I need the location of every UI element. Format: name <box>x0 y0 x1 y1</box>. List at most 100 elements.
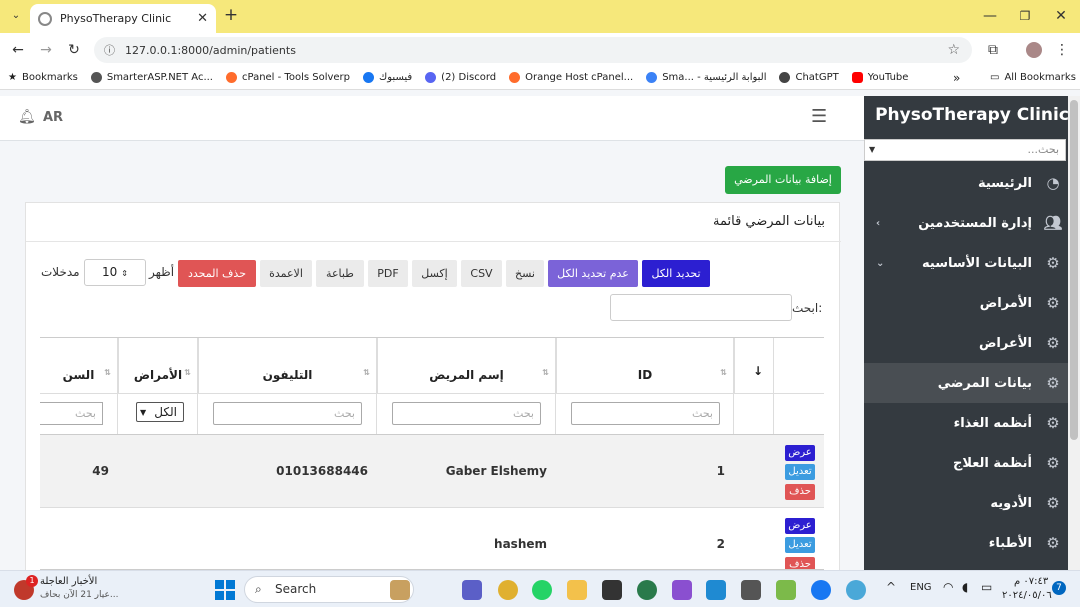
menu-kebab-icon[interactable]: ⋮ <box>1055 42 1069 58</box>
terminal-app-icon[interactable] <box>602 580 622 600</box>
filter-phone-input[interactable]: بحث <box>213 402 362 425</box>
bookmark-item[interactable]: Orange Host cPanel... <box>509 72 633 83</box>
site-info-icon[interactable]: ⓘ <box>104 42 115 58</box>
volume-icon[interactable]: ◖ <box>962 580 968 594</box>
hamburger-menu-icon[interactable]: ☰ <box>811 106 827 127</box>
bookmark-item[interactable]: Sma... - البوابة الرئيسية <box>646 72 766 83</box>
column-header-diseases[interactable]: الأمراض ⇅ <box>118 338 197 393</box>
bookmark-item[interactable]: cPanel - Tools Solverp <box>225 72 350 83</box>
delete-button[interactable]: حذف <box>785 557 815 569</box>
restore-icon[interactable]: ❐ <box>1017 8 1033 24</box>
csv-button[interactable]: CSV <box>461 260 502 287</box>
close-window-icon[interactable]: ✕ <box>1053 8 1069 24</box>
sidebar-item-basic-data[interactable]: ⚙ البيانات الأساسيه ⌄ <box>864 243 1080 283</box>
column-header-age[interactable]: السن ⇅ <box>40 338 117 393</box>
columns-button[interactable]: الاعمدة <box>260 260 312 287</box>
sidebar-item-patients[interactable]: ⚙ بيانات المرضي <box>864 363 1080 403</box>
deselect-all-button[interactable]: عدم تحديد الكل <box>548 260 638 287</box>
tab-favicon-icon <box>38 11 52 26</box>
copy-button[interactable]: نسخ <box>506 260 544 287</box>
page-scrollbar[interactable] <box>1068 96 1080 570</box>
print-button[interactable]: طباعة <box>316 260 364 287</box>
sidebar-item-medicines[interactable]: ⚙ الأدويه <box>864 483 1080 523</box>
hs-app-icon[interactable] <box>637 580 657 600</box>
filter-diseases-select[interactable]: الكل ▼ <box>136 402 184 422</box>
delete-selected-button[interactable]: حذف المحدد <box>178 260 256 287</box>
input-language[interactable]: ENG <box>910 582 932 593</box>
clock-date[interactable]: ٢٠٢٤/٠٥/٠٦ <box>1002 590 1052 601</box>
app-icon[interactable] <box>741 580 761 600</box>
column-header-id[interactable]: ID ⇅ <box>556 338 733 393</box>
minimize-icon[interactable]: — <box>982 8 998 24</box>
forward-icon[interactable]: → <box>37 42 55 58</box>
bookmark-item[interactable]: فيسبوك <box>363 72 412 83</box>
tab-close-icon[interactable]: ✕ <box>197 11 208 26</box>
filter-age-input[interactable]: بحث <box>40 402 103 425</box>
news-title[interactable]: الأخبار العاجلة <box>40 576 97 587</box>
back-icon[interactable]: ← <box>9 42 27 58</box>
teams-app-icon[interactable] <box>462 580 482 600</box>
table-search-input[interactable] <box>610 294 792 321</box>
whatsapp-app-icon[interactable] <box>532 580 552 600</box>
column-header-name[interactable]: إسم المريض ⇅ <box>377 338 555 393</box>
file-explorer-icon[interactable] <box>567 580 587 600</box>
browser-tab[interactable]: PhysoTherapy Clinic ✕ <box>30 4 216 33</box>
wifi-icon[interactable]: ◠ <box>943 580 953 594</box>
edit-button[interactable]: تعديل <box>785 464 815 480</box>
tray-chevron-icon[interactable]: ^ <box>886 580 896 594</box>
tab-search-icon[interactable]: ⌄ <box>8 8 24 24</box>
visual-studio-icon[interactable] <box>672 580 692 600</box>
delete-button[interactable]: حذف <box>785 484 815 500</box>
filter-name-input[interactable]: بحث <box>392 402 541 425</box>
excel-button[interactable]: إكسل <box>412 260 457 287</box>
notification-badge[interactable]: 7 <box>1052 581 1066 595</box>
sidebar-search-input[interactable]: بحث... ▼ <box>864 139 1066 161</box>
news-subtitle[interactable]: عيار 21 الآن بحاف... <box>40 590 118 600</box>
sidebar-item-users[interactable]: 👥︎ إدارة المستخدمين ‹ <box>864 203 1080 243</box>
chrome-app-icon[interactable] <box>498 580 518 600</box>
android-app-icon[interactable] <box>776 580 796 600</box>
page-length-select[interactable]: 10 ⇕ <box>84 259 146 286</box>
vscode-app-icon[interactable] <box>706 580 726 600</box>
sidebar-item-treatments[interactable]: ⚙ أنظمة العلاج <box>864 443 1080 483</box>
all-bookmarks[interactable]: ▭ All Bookmarks <box>990 72 1076 83</box>
bookmark-item[interactable]: ChatGPT <box>779 72 839 83</box>
clock-time[interactable]: ٠٧:٤٣ م <box>1014 576 1048 587</box>
sidebar-item-home[interactable]: ◔ الرئيسية <box>864 163 1080 203</box>
scrollbar-thumb[interactable] <box>1070 100 1078 440</box>
widgets-app-icon[interactable] <box>390 580 410 600</box>
sidebar-item-diets[interactable]: ⚙ أنظمه الغذاء <box>864 403 1080 443</box>
column-header-phone[interactable]: التليفون ⇅ <box>198 338 376 393</box>
bell-icon[interactable]: 🔔︎ <box>18 109 36 125</box>
filter-id-input[interactable]: بحث <box>571 402 720 425</box>
battery-icon[interactable]: ▭ <box>981 580 992 594</box>
network-app-icon[interactable] <box>846 580 866 600</box>
add-patient-button[interactable]: إضافة بيانات المرضي <box>725 166 841 194</box>
bookmark-star-icon[interactable]: ☆ <box>947 42 960 58</box>
extensions-icon[interactable]: ⧉ <box>984 42 1002 58</box>
select-all-button[interactable]: تحديد الكل <box>642 260 710 287</box>
pdf-button[interactable]: PDF <box>368 260 408 287</box>
view-button[interactable]: عرض <box>785 445 815 461</box>
edit-button[interactable]: تعديل <box>785 537 815 553</box>
sidebar-item-diseases[interactable]: ⚙ الأمراض <box>864 283 1080 323</box>
more-bookmarks-icon[interactable]: » <box>953 71 960 85</box>
reload-icon[interactable]: ↻ <box>65 42 83 58</box>
language-switch[interactable]: AR <box>43 110 63 125</box>
new-tab-button[interactable]: + <box>222 7 240 24</box>
sidebar-item-symptoms[interactable]: ⚙ الأعراض <box>864 323 1080 363</box>
sort-header[interactable]: ↓ <box>734 338 773 393</box>
bookmark-item[interactable]: SmarterASP.NET Ac... <box>90 72 213 83</box>
bookmark-label: Bookmarks <box>21 72 78 83</box>
brand-title[interactable]: PhysoTherapy Clinic <box>864 96 1080 134</box>
profile-avatar[interactable] <box>1026 42 1042 58</box>
taskbar-search[interactable]: ⌕ Search <box>244 576 414 603</box>
bookmark-item[interactable]: (2) Discord <box>425 72 496 83</box>
sidebar-item-doctors[interactable]: ⚙ الأطباء <box>864 523 1080 563</box>
bookmark-item[interactable]: ★ Bookmarks <box>8 72 78 83</box>
address-bar[interactable]: ⓘ 127.0.0.1:8000/admin/patients ☆ <box>94 37 972 63</box>
view-button[interactable]: عرض <box>785 518 815 534</box>
start-button[interactable] <box>215 580 235 600</box>
bookmark-item[interactable]: YouTube <box>851 72 908 83</box>
facebook-app-icon[interactable] <box>811 580 831 600</box>
